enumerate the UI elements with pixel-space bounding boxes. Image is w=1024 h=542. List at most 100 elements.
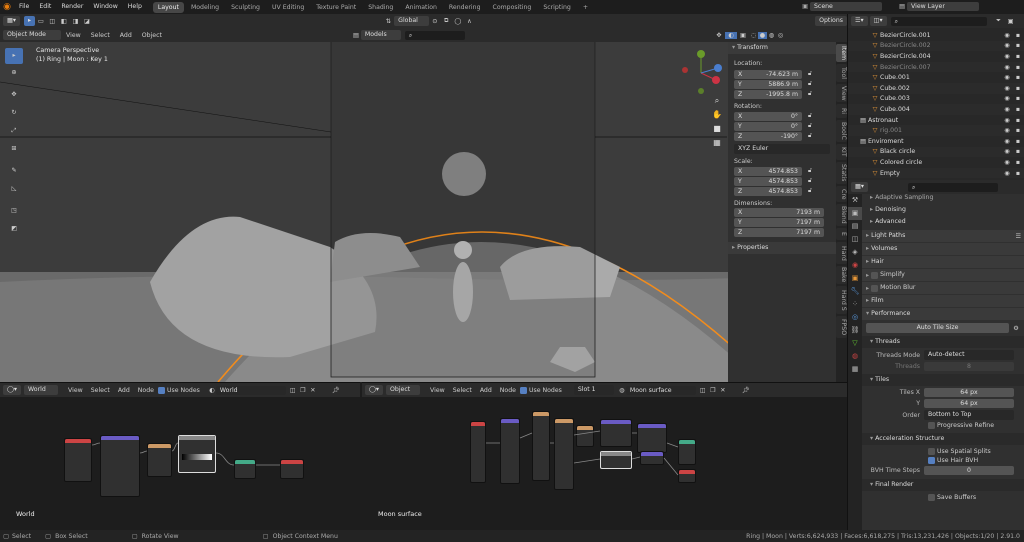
menu-window[interactable]: Window (88, 0, 122, 14)
lock-icon[interactable]: 🔓︎ (808, 121, 812, 131)
world-tab-icon[interactable]: ◉ (848, 259, 862, 272)
rot-z-value[interactable]: -190° (781, 132, 798, 141)
scene-tab-icon[interactable]: ◈ (848, 246, 862, 259)
ntab-bake[interactable]: Bake (836, 266, 847, 284)
loc-x-value[interactable]: -74.623 m (766, 70, 798, 79)
camera-visibility-icon[interactable]: ▪ (1012, 138, 1024, 145)
save-buffers-checkbox[interactable] (928, 494, 935, 501)
ntab-ri[interactable]: Ri (836, 104, 847, 118)
filter-icon[interactable]: ⏷ (993, 17, 1005, 25)
collection-dropdown[interactable]: Models (360, 30, 401, 40)
shading-wire-icon[interactable]: ◌ (749, 32, 758, 39)
transform-tool-icon[interactable]: ⊞ (5, 140, 23, 158)
threads-mode-dropdown[interactable]: Auto-detect (924, 350, 1014, 360)
vp-menu-select[interactable]: Select (86, 32, 115, 39)
camera-icon[interactable]: ■ (710, 122, 724, 136)
editor-type-button[interactable]: ☰▾ (851, 16, 868, 26)
blender-logo-icon[interactable]: ◉ (0, 2, 14, 12)
eye-icon[interactable]: ◉ (1002, 117, 1012, 124)
shading-render-icon[interactable]: ◎ (776, 32, 785, 39)
snap-icon[interactable]: ⧉ (441, 17, 453, 25)
final-render-section[interactable]: Final Render (862, 479, 1024, 491)
spatial-splits-checkbox[interactable] (928, 448, 935, 455)
dim-z-value[interactable]: 7197 m (796, 228, 820, 237)
ntab-statis[interactable]: Statis (836, 162, 847, 184)
shading-solid-icon[interactable]: ● (757, 31, 767, 39)
ntab-hard[interactable]: Hard (836, 242, 847, 264)
menu-file[interactable]: File (14, 0, 34, 14)
outliner-row[interactable]: ▽ Black circle ◉ ▪ (848, 146, 1024, 158)
ntab-fpso[interactable]: FPSO (836, 316, 847, 338)
world-node-editor[interactable]: ◯▾ World View Select Add Node Use Nodes … (0, 382, 360, 530)
properties-search[interactable]: ⌕ (907, 182, 998, 192)
select-box-tool-icon[interactable]: ▸ (5, 48, 23, 64)
outliner-row[interactable]: ▽ Colored circle ◉ ▪ (848, 157, 1024, 168)
lock-icon[interactable]: 🔓︎ (808, 166, 812, 176)
ntab-kit[interactable]: KIT (836, 144, 847, 160)
eye-icon[interactable]: ◉ (1002, 53, 1012, 60)
gizmo-toggle-icon[interactable]: ✥ (713, 32, 725, 39)
ntab-item[interactable]: Item (836, 44, 847, 62)
move-tool-icon[interactable]: ✥ (5, 86, 23, 104)
scale-x-value[interactable]: 4574.853 (768, 167, 798, 176)
camera-visibility-icon[interactable]: ▪ (1012, 74, 1024, 81)
view-layer-icon[interactable]: ▤ (897, 3, 907, 10)
tab-modeling[interactable]: Modeling (186, 2, 224, 13)
advanced-section[interactable]: Advanced (862, 216, 1024, 228)
motion-blur-checkbox[interactable] (871, 284, 879, 292)
scene-icon[interactable]: ▣ (800, 3, 810, 10)
tab-uv-editing[interactable]: UV Editing (267, 2, 309, 13)
tool-tab-icon[interactable]: ⚒ (848, 194, 862, 207)
filter-display-button[interactable]: ◫▾ (869, 16, 887, 26)
ntab-boolc[interactable]: BoolC (836, 120, 847, 142)
lock-icon[interactable]: 🔓︎ (808, 186, 812, 196)
progressive-refine-checkbox[interactable] (928, 422, 935, 429)
measure-tool-icon[interactable]: ◺ (5, 180, 23, 198)
rot-x-value[interactable]: 0° (791, 112, 798, 121)
outliner-search[interactable]: ⌕ (890, 16, 987, 26)
lock-icon[interactable]: 🔓︎ (808, 176, 812, 186)
outliner-row[interactable]: ▽ BezierCircle.007 ◉ ▪ (848, 61, 1024, 73)
xray-icon[interactable]: ▣ (737, 32, 749, 39)
outliner-row[interactable]: ▤ Astronaut ◉ ▪ (848, 115, 1024, 126)
lock-icon[interactable]: 🔓︎ (808, 79, 812, 89)
constraints-tab-icon[interactable]: ⛓︎ (848, 324, 862, 337)
scale-tool-icon[interactable]: ⤢ (5, 122, 23, 140)
menu-render[interactable]: Render (56, 0, 88, 14)
orientation-dropdown[interactable]: Global (394, 16, 430, 26)
menu-edit[interactable]: Edit (34, 0, 56, 14)
loc-z-value[interactable]: -1995.8 m (766, 90, 798, 99)
outliner-row[interactable]: ▽ BezierCircle.002 ◉ ▪ (848, 40, 1024, 52)
eye-icon[interactable]: ◉ (1002, 64, 1012, 71)
proportional-edit-icon[interactable]: ◯ (452, 18, 464, 25)
falloff-icon[interactable]: ∧ (464, 18, 476, 25)
vp-menu-object[interactable]: Object (137, 32, 167, 39)
adaptive-sampling-section[interactable]: Adaptive Sampling (862, 194, 1024, 204)
object-tab-icon[interactable]: ▣ (848, 272, 862, 285)
outliner-row[interactable]: ▽ Cube.003 ◉ ▪ (848, 94, 1024, 105)
modifier-tab-icon[interactable]: 🔧︎ (848, 285, 862, 298)
cursor-tool-icon[interactable]: ⊕ (5, 64, 23, 82)
vp-menu-add[interactable]: Add (115, 32, 137, 39)
volumes-section[interactable]: Volumes (862, 243, 1024, 255)
eye-icon[interactable]: ◉ (1002, 85, 1012, 92)
tab-compositing[interactable]: Compositing (488, 2, 537, 13)
presets-icon[interactable]: ☰ (1015, 233, 1021, 240)
render-tab-icon[interactable]: ▣ (848, 207, 862, 220)
outliner-row[interactable]: ▽ BezierCircle.004 ◉ ▪ (848, 51, 1024, 62)
eye-icon[interactable]: ◉ (1002, 32, 1012, 39)
viewport-search[interactable]: ⌕ (404, 30, 465, 40)
texture-tab-icon[interactable]: ▦ (848, 363, 862, 376)
shading-material-icon[interactable]: ◍ (767, 32, 776, 39)
viewport[interactable]: ▦▾ ▸ ▭ ◫ ◧ ◨ ◪ ⇅ Global ⊙ ⧉ ◯ ∧ Options … (0, 14, 847, 382)
scene-field[interactable]: Scene (810, 2, 882, 11)
outliner-row[interactable]: ▽ rig.001 ◉ ▪ (848, 125, 1024, 136)
select-mode-icon[interactable]: ▭ (35, 18, 47, 25)
select-subtract-icon[interactable]: ◧ (58, 18, 70, 25)
data-tab-icon[interactable]: ▽ (848, 337, 862, 350)
bvh-steps-field[interactable]: 0 (924, 466, 1014, 475)
denoising-section[interactable]: Denoising (862, 204, 1024, 216)
rotate-tool-icon[interactable]: ↻ (5, 104, 23, 122)
film-section[interactable]: Film (862, 295, 1024, 307)
tab-animation[interactable]: Animation (400, 2, 442, 13)
